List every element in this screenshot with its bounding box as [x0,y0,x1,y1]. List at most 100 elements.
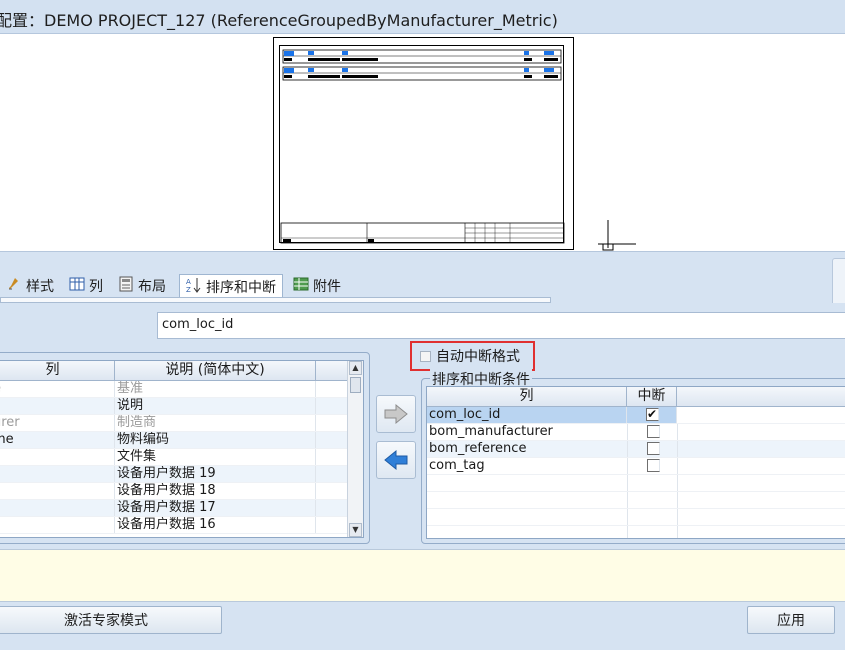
tab-layout-label: 布局 [138,279,166,295]
available-columns-scrollbar[interactable]: ▲ ▼ [347,361,363,537]
activate-expert-mode-button[interactable]: 激活专家模式 [0,606,222,634]
col-header-column[interactable]: 列 [0,361,115,380]
config-tabs: 样式 列 布局 AZ 排序和中断 附件 [0,274,560,299]
info-area [0,549,845,602]
window-titlebar: 配置：DEMO PROJECT_127 (ReferenceGroupedByM… [0,0,845,34]
table-row[interactable]: me 物料编码 [0,432,363,449]
tab-style[interactable]: 样式 [0,274,60,298]
svg-text:A: A [186,278,191,286]
cell-break [628,458,678,474]
table-row-empty [427,526,845,538]
table-row[interactable]: bom_manufacturer [427,424,845,441]
page-preview [273,37,574,250]
break-checkbox[interactable] [645,408,659,421]
sort-conditions-grid: 列 中断 com_loc_id bom_manufacturer bom_ref… [426,386,845,539]
table-row[interactable]: 设备用户数据 18 [0,483,363,500]
table-row[interactable]: urer 制造商 [0,415,363,432]
scroll-down-icon[interactable]: ▼ [349,523,362,537]
arrow-left-icon [384,449,408,471]
columns-icon [69,276,85,296]
break-checkbox[interactable] [647,425,660,438]
auto-break-checkbox[interactable]: 自动中断格式 [410,341,535,371]
attachment-icon [293,276,309,296]
cell-description: 说明 [115,398,316,414]
break-field-input[interactable]: com_loc_id [157,312,845,339]
cell-column: bom_manufacturer [427,424,628,440]
table-row[interactable]: 设备用户数据 16 [0,517,363,534]
cell-description: 文件集 [115,449,316,465]
available-columns-header: 列 说明 (简体中文) [0,361,363,381]
table-row[interactable]: 说明 [0,398,363,415]
remove-column-button[interactable] [376,441,416,479]
table-row[interactable]: 设备用户数据 19 [0,466,363,483]
table-row[interactable]: com_loc_id [427,407,845,424]
apply-button[interactable]: 应用 [747,606,835,634]
cell-column: com_loc_id [427,407,628,423]
tab-attachment-label: 附件 [313,279,341,295]
page-frame [279,45,565,244]
scroll-thumb[interactable] [350,377,361,393]
tab-style-label: 样式 [26,279,54,295]
arrow-right-icon [384,403,408,425]
layout-icon [118,276,134,296]
style-icon [6,276,22,296]
cell-column [0,398,115,414]
col-header-break[interactable]: 中断 [627,387,677,406]
cell-description: 设备用户数据 19 [115,466,316,482]
break-checkbox[interactable] [647,459,660,472]
col-header-column[interactable]: 列 [427,387,628,406]
layout-preview [0,34,845,252]
cell-column [0,517,115,533]
cell-column: com_tag [427,458,628,474]
auto-break-checkbox-box[interactable] [420,350,431,362]
cell-description: 物料编码 [115,432,316,448]
col-header-description[interactable]: 说明 (简体中文) [115,361,316,380]
sort-icon: AZ [186,277,202,297]
origin-marker-icon [598,220,636,251]
table-row[interactable]: com_tag [427,458,845,475]
cell-column [0,449,115,465]
cell-break [628,424,678,440]
cell-column [0,500,115,516]
break-field-value: com_loc_id [162,317,234,332]
splitter[interactable] [0,252,845,274]
break-checkbox[interactable] [647,442,660,455]
cell-column: urer [0,415,115,431]
table-row[interactable]: e 基准 [0,381,363,398]
table-row[interactable]: 文件集 [0,449,363,466]
cell-break [628,441,678,457]
cell-description: 设备用户数据 17 [115,500,316,516]
tab-layout[interactable]: 布局 [112,274,172,298]
cell-break [627,407,677,423]
tab-attachment[interactable]: 附件 [287,274,347,298]
cell-description: 设备用户数据 18 [115,483,316,499]
sort-conditions-header: 列 中断 [427,387,845,407]
tab-sort-break[interactable]: AZ 排序和中断 [179,274,283,299]
cell-description: 基准 [115,381,316,397]
svg-text:Z: Z [186,286,191,293]
table-row-empty [427,475,845,492]
cell-column: me [0,432,115,448]
table-row[interactable]: 设备用户数据 17 [0,500,363,517]
cell-description: 设备用户数据 16 [115,517,316,533]
cell-description: 制造商 [115,415,316,431]
cell-column [0,483,115,499]
dialog-footer: 激活专家模式 应用 [0,602,845,650]
add-column-button[interactable] [376,395,416,433]
tab-columns-label: 列 [89,279,103,295]
cell-column: e [0,381,115,397]
table-row-empty [427,509,845,526]
col-header-filler [316,361,349,380]
scroll-up-icon[interactable]: ▲ [349,361,362,375]
cell-filler [676,407,845,423]
tab-columns[interactable]: 列 [63,274,109,298]
side-panel-edge [832,258,845,308]
cell-column [0,466,115,482]
tab-sort-break-label: 排序和中断 [206,280,276,296]
window-title: 配置：DEMO PROJECT_127 (ReferenceGroupedByM… [0,11,558,30]
cell-column: bom_reference [427,441,628,457]
auto-break-label: 自动中断格式 [436,349,520,365]
table-row[interactable]: bom_reference [427,441,845,458]
available-columns-grid: 列 说明 (简体中文) e 基准 说明 urer 制造商 me 物料编码 文件集… [0,360,364,538]
table-row-empty [427,492,845,509]
